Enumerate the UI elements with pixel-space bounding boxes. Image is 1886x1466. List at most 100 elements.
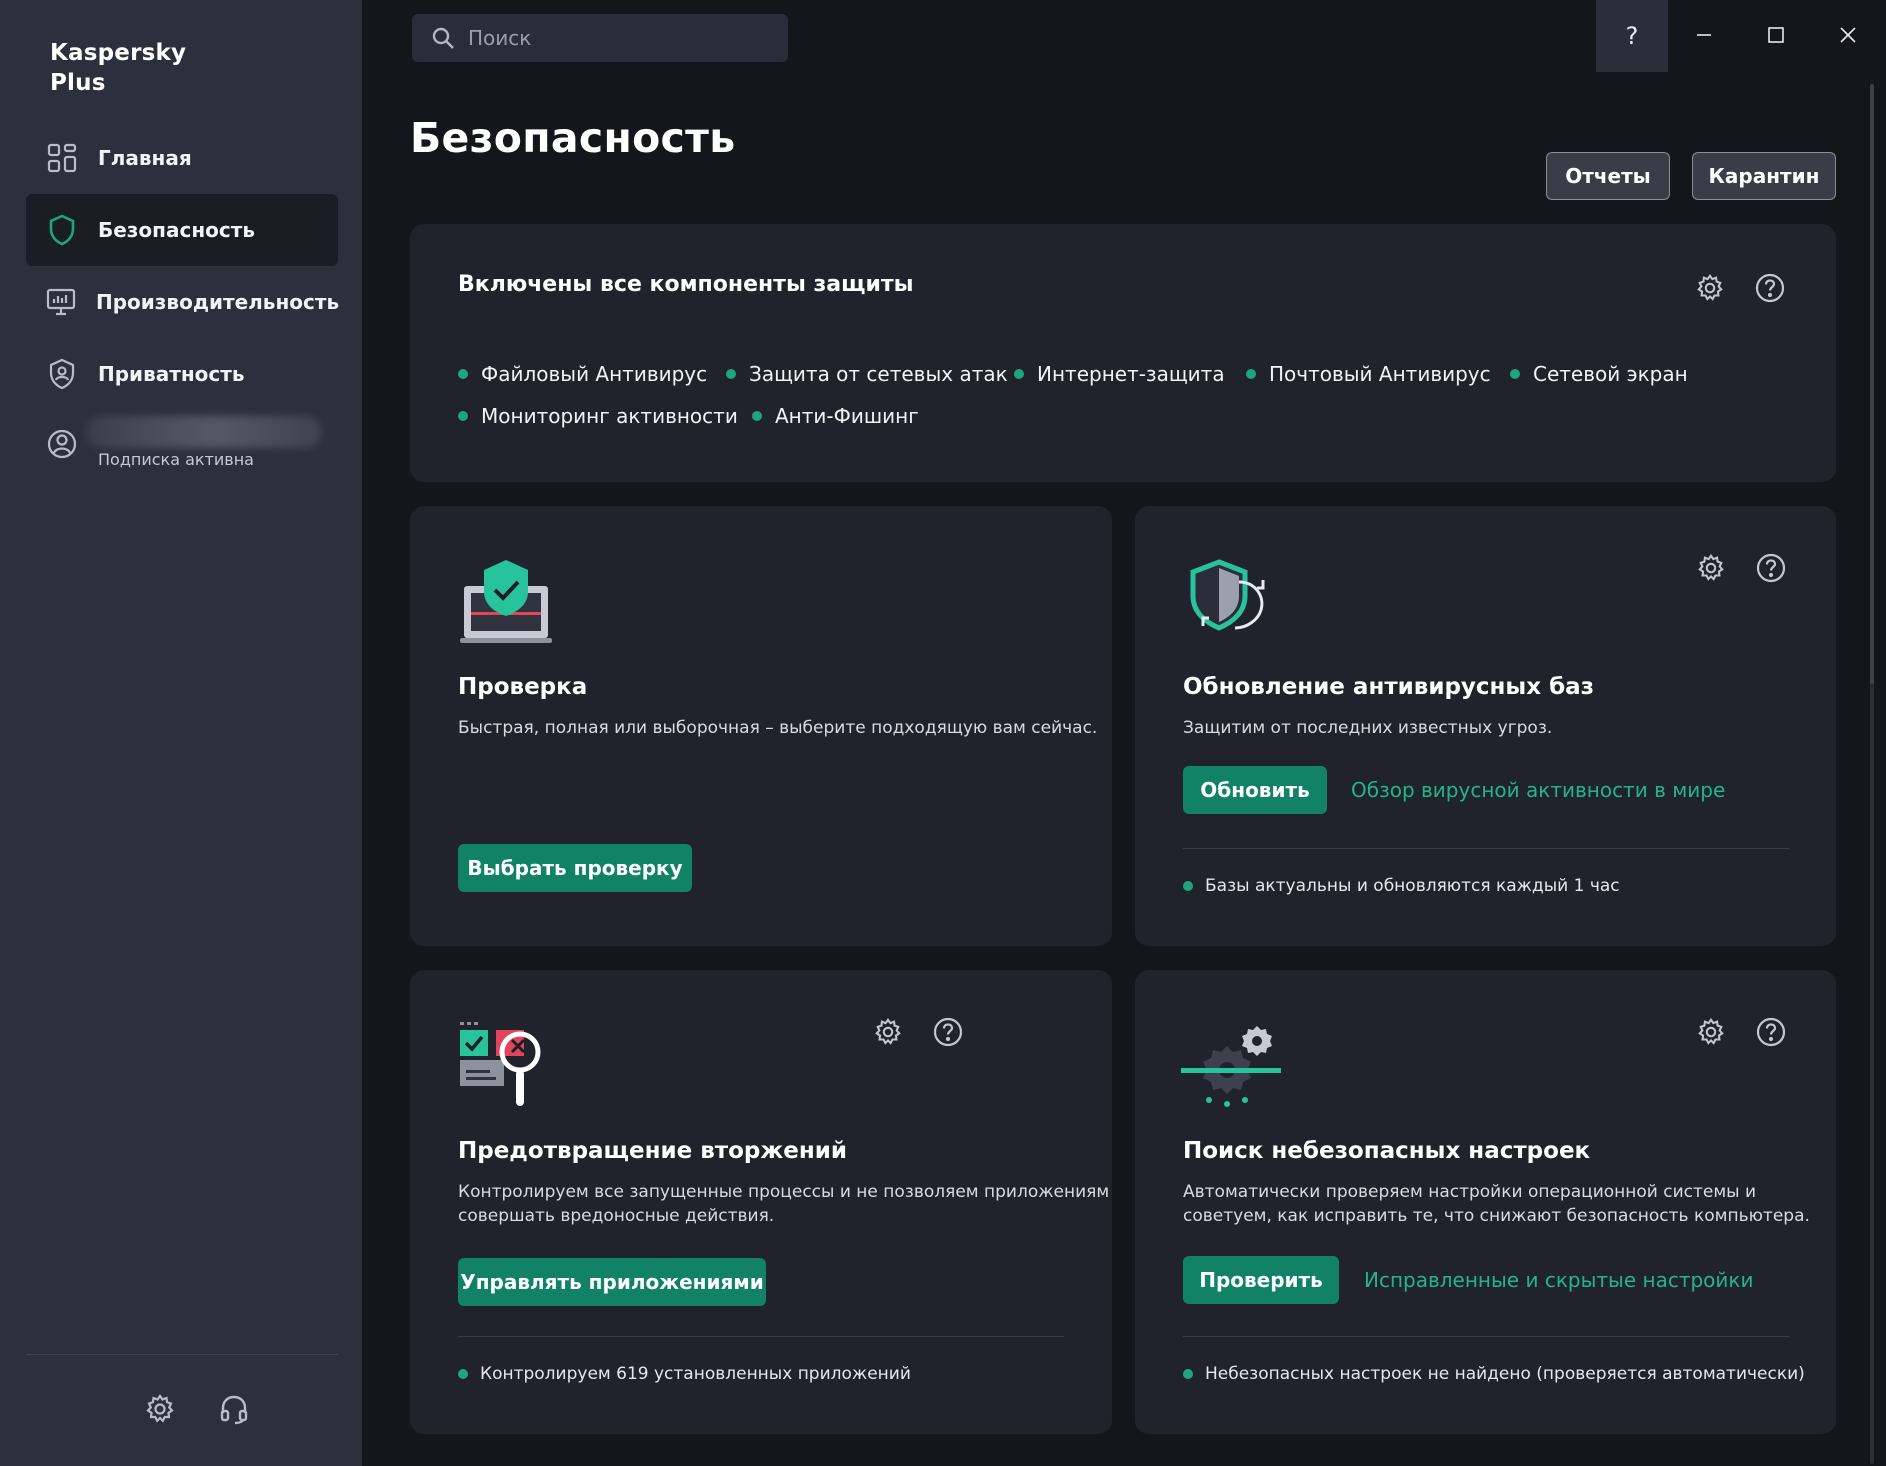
unsafe-settings-status: Небезопасных настроек не найдено (провер… bbox=[1183, 1364, 1805, 1384]
component-label: Сетевой экран bbox=[1533, 362, 1688, 386]
fixed-hidden-settings-link[interactable]: Исправленные и скрытые настройки bbox=[1364, 1268, 1753, 1292]
intrusion-settings-button[interactable] bbox=[868, 1014, 908, 1054]
grid-icon bbox=[46, 142, 78, 174]
status-dot bbox=[1183, 1369, 1193, 1379]
component-label: Почтовый Антивирус bbox=[1269, 362, 1491, 386]
headset-icon bbox=[218, 1393, 250, 1429]
unsafe-settings-divider bbox=[1183, 1336, 1789, 1337]
sidebar-item-home[interactable]: Главная bbox=[26, 122, 338, 194]
intrusion-help-button[interactable] bbox=[928, 1014, 968, 1054]
gear-icon bbox=[873, 1017, 903, 1051]
search-box[interactable] bbox=[412, 14, 788, 62]
account-item[interactable]: Подписка активна bbox=[26, 412, 338, 482]
check-settings-button[interactable]: Проверить bbox=[1183, 1256, 1339, 1304]
update-card: Обновление антивирусных баз Защитим от п… bbox=[1135, 506, 1836, 946]
support-button[interactable] bbox=[215, 1392, 253, 1430]
gear-icon bbox=[1696, 1017, 1726, 1051]
settings-button[interactable] bbox=[141, 1392, 179, 1430]
update-status-text: Базы актуальны и обновляются каждый 1 ча… bbox=[1205, 876, 1620, 896]
unsafe-settings-title: Поиск небезопасных настроек bbox=[1183, 1138, 1591, 1164]
status-dot bbox=[458, 369, 468, 379]
unsafe-settings-card: Поиск небезопасных настроек Автоматическ… bbox=[1135, 970, 1836, 1434]
virus-activity-link[interactable]: Обзор вирусной активности в мире bbox=[1351, 778, 1725, 802]
help-circle-icon bbox=[1756, 1017, 1786, 1051]
page-title: Безопасность bbox=[410, 114, 736, 162]
sidebar-item-label: Приватность bbox=[98, 362, 245, 386]
search-icon bbox=[430, 25, 456, 51]
help-circle-icon bbox=[933, 1017, 963, 1051]
sidebar-item-privacy[interactable]: Приватность bbox=[26, 338, 338, 410]
account-name-blurred bbox=[86, 416, 322, 448]
status-dot bbox=[1183, 881, 1193, 891]
sidebar: Kaspersky Plus Главная Безопасность Прои… bbox=[0, 0, 362, 1466]
intrusion-illustration bbox=[458, 1020, 554, 1120]
monitor-icon bbox=[46, 286, 76, 318]
gear-icon bbox=[144, 1393, 176, 1429]
status-dot bbox=[752, 411, 762, 421]
subscription-status: Подписка активна bbox=[98, 450, 254, 469]
search-input[interactable] bbox=[466, 25, 770, 51]
component-activity-monitor: Мониторинг активности bbox=[458, 404, 738, 428]
scan-title: Проверка bbox=[458, 674, 588, 700]
intrusion-divider bbox=[458, 1336, 1064, 1337]
update-description: Защитим от последних известных угроз. bbox=[1183, 718, 1553, 738]
reports-button[interactable]: Отчеты bbox=[1546, 152, 1670, 200]
brand-logo-text: Kaspersky Plus bbox=[50, 38, 186, 98]
app-window: Kaspersky Plus Главная Безопасность Прои… bbox=[0, 0, 1886, 1466]
component-network-attack: Защита от сетевых атак bbox=[726, 362, 1008, 386]
sidebar-divider bbox=[26, 1354, 338, 1355]
choose-scan-button[interactable]: Выбрать проверку bbox=[458, 844, 692, 892]
intrusion-prevention-card: Предотвращение вторжений Контролируем вс… bbox=[410, 970, 1112, 1434]
privacy-shield-icon bbox=[46, 358, 78, 390]
gear-icon bbox=[1696, 553, 1726, 587]
user-icon bbox=[46, 428, 78, 460]
maximize-icon bbox=[1767, 22, 1785, 50]
component-label: Мониторинг активности bbox=[481, 404, 738, 428]
unsafe-settings-description-line1: Автоматически проверяем настройки операц… bbox=[1183, 1182, 1757, 1202]
update-illustration bbox=[1181, 558, 1277, 652]
unsafe-settings-description-line2: советуем, как исправить те, что снижают … bbox=[1183, 1206, 1810, 1226]
help-button[interactable]: ? bbox=[1596, 0, 1668, 72]
unsafe-settings-illustration bbox=[1181, 1024, 1281, 1118]
update-help-button[interactable] bbox=[1751, 550, 1791, 590]
scan-illustration bbox=[458, 558, 554, 652]
component-label: Защита от сетевых атак bbox=[749, 362, 1008, 386]
update-settings-button[interactable] bbox=[1691, 550, 1731, 590]
scrollbar-thumb[interactable] bbox=[1870, 84, 1874, 684]
unsafe-settings-description: Автоматически проверяем настройки операц… bbox=[1183, 1180, 1810, 1228]
sidebar-item-performance[interactable]: Производительность bbox=[26, 266, 339, 338]
close-button[interactable] bbox=[1812, 0, 1884, 72]
brand-line-1: Kaspersky bbox=[50, 40, 187, 66]
sidebar-item-label: Безопасность bbox=[98, 218, 255, 242]
unsafe-settings-settings-button[interactable] bbox=[1691, 1014, 1731, 1054]
component-label: Интернет-защита bbox=[1037, 362, 1225, 386]
component-label: Анти-Фишинг bbox=[775, 404, 919, 428]
protection-settings-button[interactable] bbox=[1690, 270, 1730, 310]
unsafe-settings-help-button[interactable] bbox=[1751, 1014, 1791, 1054]
gear-icon bbox=[1695, 273, 1725, 307]
component-web-protection: Интернет-защита bbox=[1014, 362, 1225, 386]
help-circle-icon bbox=[1756, 553, 1786, 587]
update-divider bbox=[1183, 848, 1789, 849]
unsafe-settings-status-text: Небезопасных настроек не найдено (провер… bbox=[1205, 1364, 1805, 1384]
update-button[interactable]: Обновить bbox=[1183, 766, 1327, 814]
intrusion-description-line1: Контролируем все запущенные процессы и н… bbox=[458, 1182, 1110, 1202]
status-dot bbox=[1014, 369, 1024, 379]
question-mark: ? bbox=[1625, 22, 1639, 50]
manage-apps-button[interactable]: Управлять приложениями bbox=[458, 1258, 766, 1306]
maximize-button[interactable] bbox=[1740, 0, 1812, 72]
status-dot bbox=[726, 369, 736, 379]
quarantine-button[interactable]: Карантин bbox=[1692, 152, 1836, 200]
protection-help-button[interactable] bbox=[1750, 270, 1790, 310]
intrusion-status-text: Контролируем 619 установленных приложени… bbox=[480, 1364, 911, 1384]
status-dot bbox=[1510, 369, 1520, 379]
sidebar-item-security[interactable]: Безопасность bbox=[26, 194, 338, 266]
update-title: Обновление антивирусных баз bbox=[1183, 674, 1595, 700]
scan-description: Быстрая, полная или выборочная – выберит… bbox=[458, 718, 1098, 738]
scan-card: Проверка Быстрая, полная или выборочная … bbox=[410, 506, 1112, 946]
minimize-button[interactable] bbox=[1668, 0, 1740, 72]
intrusion-status: Контролируем 619 установленных приложени… bbox=[458, 1364, 911, 1384]
brand-line-2: Plus bbox=[50, 70, 106, 96]
sidebar-item-label: Главная bbox=[98, 146, 192, 170]
update-status: Базы актуальны и обновляются каждый 1 ча… bbox=[1183, 876, 1620, 896]
